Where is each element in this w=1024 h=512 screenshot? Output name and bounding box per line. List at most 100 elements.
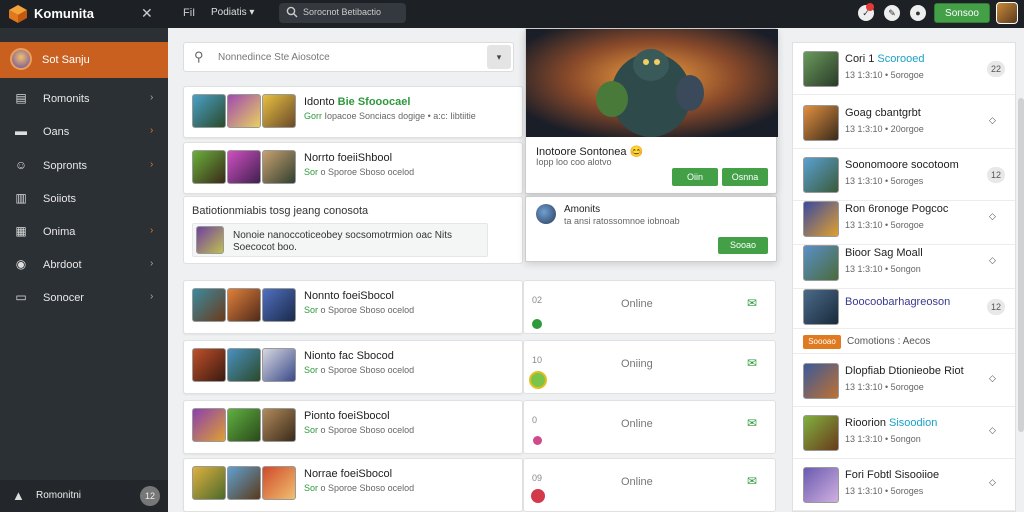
search-icon: ⚲ — [194, 49, 204, 64]
emoji-icon: 😊 — [629, 146, 644, 158]
friend-popover: Amonits ta ansi ratossomnoe iobnoab Sooa… — [525, 196, 777, 262]
top-action-button[interactable]: Sonsoo — [934, 3, 990, 23]
group-post[interactable]: Nonoie nanoccoticeobey socsomotrmion oac… — [192, 223, 488, 257]
top-search-text: Sorocnot Betibactio — [303, 7, 382, 17]
game-thumbnail — [803, 157, 839, 193]
sidebar-item-6[interactable]: ◉ Abrdoot › — [0, 253, 168, 279]
sidebar-item-active[interactable]: Sot Sanju — [0, 42, 168, 78]
game-thumbnail — [192, 408, 226, 442]
list-item[interactable]: Nionto fac Sbocod Sor o Sporoe Sboso oce… — [183, 340, 523, 394]
hero-image — [526, 29, 778, 137]
thumbnail-row — [192, 94, 297, 131]
list-item[interactable]: Goag cbantgrbt 13 1:3:10 • 20orgoe ◇ — [793, 97, 1015, 149]
item-title: Boocoobarhagreoson — [845, 296, 951, 308]
chevron-down-icon: ▾ — [249, 7, 255, 18]
main-search-input[interactable]: ⚲ Nonnedince Ste Aiosotce ▾ — [183, 42, 514, 72]
diamond-icon[interactable]: ◇ — [989, 425, 996, 436]
game-thumbnail — [262, 150, 296, 184]
podcasts-menu[interactable]: Podiatis ▾ — [211, 7, 254, 18]
thumbnail-row — [192, 288, 297, 325]
card-title: Pionto foeiSbocol — [304, 410, 390, 422]
diamond-icon[interactable]: ◇ — [989, 373, 996, 384]
sidebar-item-7[interactable]: ▭ Sonocer › — [0, 286, 168, 312]
sidebar-active-label: Sot Sanju — [42, 54, 90, 66]
search-dropdown-button[interactable]: ▾ — [487, 45, 511, 69]
list-item[interactable]: Nonnto foeiSbocol Sor o Sporoe Sboso oce… — [183, 280, 523, 334]
game-card[interactable]: Idonto Bie Sfooocael Gorr Iopacoe Soncia… — [183, 86, 523, 138]
sidebar-item-5[interactable]: ▦ Onima › — [0, 220, 168, 246]
game-preview-popover: Inotoore Sontonea 😊 Iopp loo coo alotvo … — [525, 28, 778, 194]
list-item[interactable]: Dlopfiab Dtionieobe Riot 13 1:3:10 • 5or… — [793, 355, 1015, 407]
top-search-input[interactable]: Sorocnot Betibactio — [279, 3, 406, 23]
game-thumbnail — [227, 94, 261, 128]
game-thumbnail — [192, 348, 226, 382]
game-card[interactable]: Norrto foeiiShbool Sor o Sporoe Sboso oc… — [183, 142, 523, 194]
chevron-right-icon: › — [150, 125, 154, 136]
sidebar-item-label: Sopronts — [43, 160, 88, 172]
item-title: Rioorion Sisoodion — [845, 417, 937, 429]
item-meta: 13 1:3:10 • 20orgoe — [845, 124, 924, 134]
item-title: Soonomoore socotoom — [845, 159, 959, 171]
card-title-text: Idonto — [304, 96, 335, 108]
count-badge: 12 — [987, 167, 1005, 183]
game-thumbnail — [803, 415, 839, 451]
game-thumbnail — [227, 348, 261, 382]
diamond-icon[interactable]: ◇ — [989, 115, 996, 126]
sidebar-item-3[interactable]: ☺ Sopronts › — [0, 154, 168, 180]
item-title: Goag cbantgrbt — [845, 107, 921, 119]
diamond-icon[interactable]: ◇ — [989, 255, 996, 266]
status-dot — [531, 489, 545, 503]
list-item[interactable]: Rioorion Sisoodion 13 1:3:10 • 5ongon ◇ — [793, 407, 1015, 459]
chat-icon[interactable]: ✉ — [747, 296, 757, 310]
chevron-right-icon: › — [150, 159, 154, 170]
list-item[interactable]: Fori Fobtl Sisooiioe 13 1:3:10 • 5oroges… — [793, 459, 1015, 511]
list-item[interactable]: Norrae foeiSbocol Sor o Sporoe Sboso oce… — [183, 458, 523, 512]
chat-icon[interactable]: ✉ — [747, 474, 757, 488]
sidebar-item-2[interactable]: ▬ Oans › — [0, 120, 168, 146]
item-title-text: Fori Fobtl — [845, 469, 892, 481]
item-meta: 13 1:3:10 • 5oroges — [845, 486, 924, 496]
settings-icon[interactable]: ● — [910, 5, 926, 21]
grid-menu-button[interactable]: FiI — [183, 7, 195, 19]
item-title: Bioor Sag Moall — [845, 247, 923, 259]
sidebar-item-1[interactable]: ▤ Romonits › — [0, 87, 168, 113]
edit-icon[interactable]: ✎ — [884, 5, 900, 21]
list-item[interactable]: Pionto foeiSbocol Sor o Sporoe Sboso oce… — [183, 400, 523, 454]
group-post-text: Nonoie nanoccoticeobey socsomotrmion oac… — [233, 230, 452, 253]
card-title: Norrto foeiiShbool — [304, 152, 393, 164]
diamond-icon[interactable]: ◇ — [989, 477, 996, 488]
diamond-icon[interactable]: ◇ — [989, 211, 996, 222]
card-meta-highlight: Sor — [304, 167, 319, 177]
card-meta-text: Iopacoe Sonciacs dogige • a:c: Iibtiitie — [324, 111, 476, 121]
close-icon[interactable]: ✕ — [141, 5, 153, 22]
globe-icon: ◉ — [15, 257, 27, 271]
friend-name: Amonits — [564, 204, 601, 215]
user-avatar[interactable] — [996, 2, 1018, 24]
scrollbar[interactable] — [1018, 98, 1024, 432]
chat-icon[interactable]: ✉ — [747, 356, 757, 370]
app-title[interactable]: Komunita — [34, 6, 94, 21]
card-meta: Sor o Sporoe Sboso ocelod — [304, 483, 414, 493]
group-card[interactable]: Batiotionmiabis tosg jeang conosota Nono… — [183, 196, 523, 264]
item-title: Ron 6ronoge Pogcoc — [845, 203, 949, 215]
friend-action-button[interactable]: Sooao — [718, 237, 768, 254]
popover-subtitle: Iopp loo coo alotvo — [536, 157, 612, 167]
thumbnail-row — [192, 408, 297, 445]
avatar — [10, 48, 32, 70]
popover-open-button[interactable]: Osnna — [722, 168, 768, 186]
sidebar-item-4[interactable]: ▥ Soiiots — [0, 187, 168, 213]
list-item[interactable]: Cori 1 Scorooed 13 1:3:10 • 5orogoe 22 — [793, 43, 1015, 95]
count-badge: 12 — [140, 486, 160, 506]
popover-join-button[interactable]: Oiin — [672, 168, 718, 186]
list-item[interactable]: Boocoobarhagreoson 12 — [793, 281, 1015, 329]
chat-icon[interactable]: ✉ — [747, 416, 757, 430]
sidebar-footer[interactable]: ▲ Romonitni 12 — [0, 480, 168, 512]
chevron-right-icon: › — [150, 92, 154, 103]
game-thumbnail — [192, 288, 226, 322]
game-thumbnail — [192, 466, 226, 500]
sidebar-footer-label: Romonitni — [36, 490, 82, 501]
status-count: 09 — [532, 473, 543, 483]
status-count: 02 — [532, 295, 543, 305]
online-status: Oniing — [621, 358, 653, 370]
logo-icon[interactable] — [8, 4, 28, 24]
